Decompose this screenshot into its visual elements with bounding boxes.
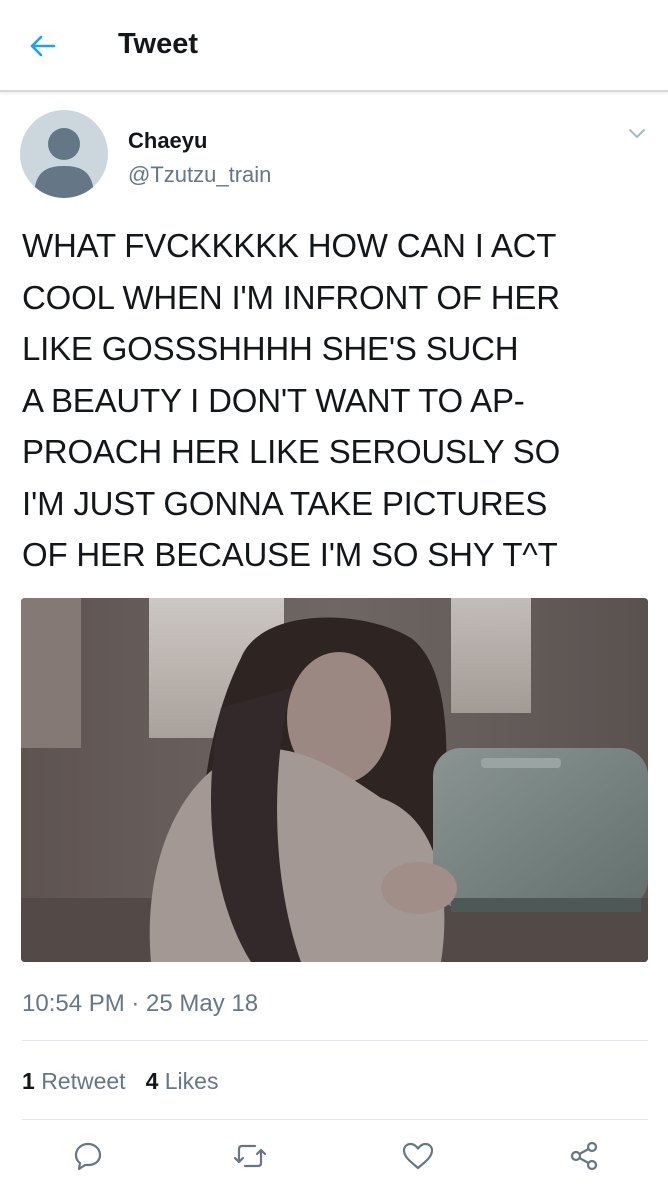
- avatar[interactable]: [20, 110, 108, 198]
- default-avatar-icon: [34, 128, 94, 198]
- like-button[interactable]: [400, 1138, 436, 1174]
- divider: [22, 1119, 648, 1120]
- likes-label: Likes: [164, 1068, 219, 1094]
- display-name[interactable]: Chaeyu: [128, 128, 207, 154]
- tweet-text: WHAT FVCKKKKK HOW CAN I ACT COOL WHEN I'…: [22, 220, 652, 581]
- likes-stat[interactable]: 4 Likes: [146, 1068, 219, 1094]
- like-icon: [402, 1142, 434, 1170]
- back-button[interactable]: [22, 26, 62, 66]
- arrow-left-icon: [30, 35, 56, 57]
- tweet-photo[interactable]: [21, 598, 648, 962]
- divider: [22, 1040, 648, 1041]
- retweet-icon: [233, 1144, 267, 1168]
- like-count: 4: [145, 1068, 159, 1094]
- share-button[interactable]: [566, 1138, 602, 1174]
- tweet-timestamp: 10:54 PM · 25 May 18: [22, 990, 259, 1017]
- top-app-bar: Tweet: [0, 0, 668, 92]
- tweet-text-line: LIKE GOSSSHHHH SHE'S SUCH: [22, 330, 519, 367]
- reply-button[interactable]: [70, 1138, 106, 1174]
- retweet-label: Retweet: [41, 1068, 126, 1094]
- page-title: Tweet: [118, 28, 199, 60]
- photo-illustration: [21, 598, 648, 962]
- retweet-count: 1: [22, 1068, 35, 1094]
- tweet-text-line: WHAT FVCKKKKK HOW CAN I ACT: [22, 227, 557, 264]
- chevron-down-icon: [629, 129, 645, 138]
- tweet-text-line: I'M JUST GONNA TAKE PICTURES: [22, 484, 548, 522]
- tweet-text-line: COOL WHEN I'M INFRONT OF HER: [22, 278, 560, 316]
- tweet-stats: 1 Retweet 4 Likes: [22, 1068, 218, 1095]
- tweet-text-line: PROACH HER LIKE SEROUSLY SO: [22, 433, 561, 470]
- tweet-text-line: OF HER BECAUSE I'M SO SHY T^T: [22, 536, 558, 573]
- share-icon: [570, 1141, 598, 1171]
- retweet-button[interactable]: [232, 1138, 268, 1174]
- user-handle[interactable]: @Tzutzu_train: [128, 162, 271, 188]
- reply-icon: [74, 1142, 102, 1171]
- retweet-stat[interactable]: 1 Retweet: [22, 1068, 126, 1094]
- tweet-text-line: A BEAUTY I DON'T WANT TO AP-: [22, 381, 525, 419]
- tweet-menu-button[interactable]: [626, 124, 648, 142]
